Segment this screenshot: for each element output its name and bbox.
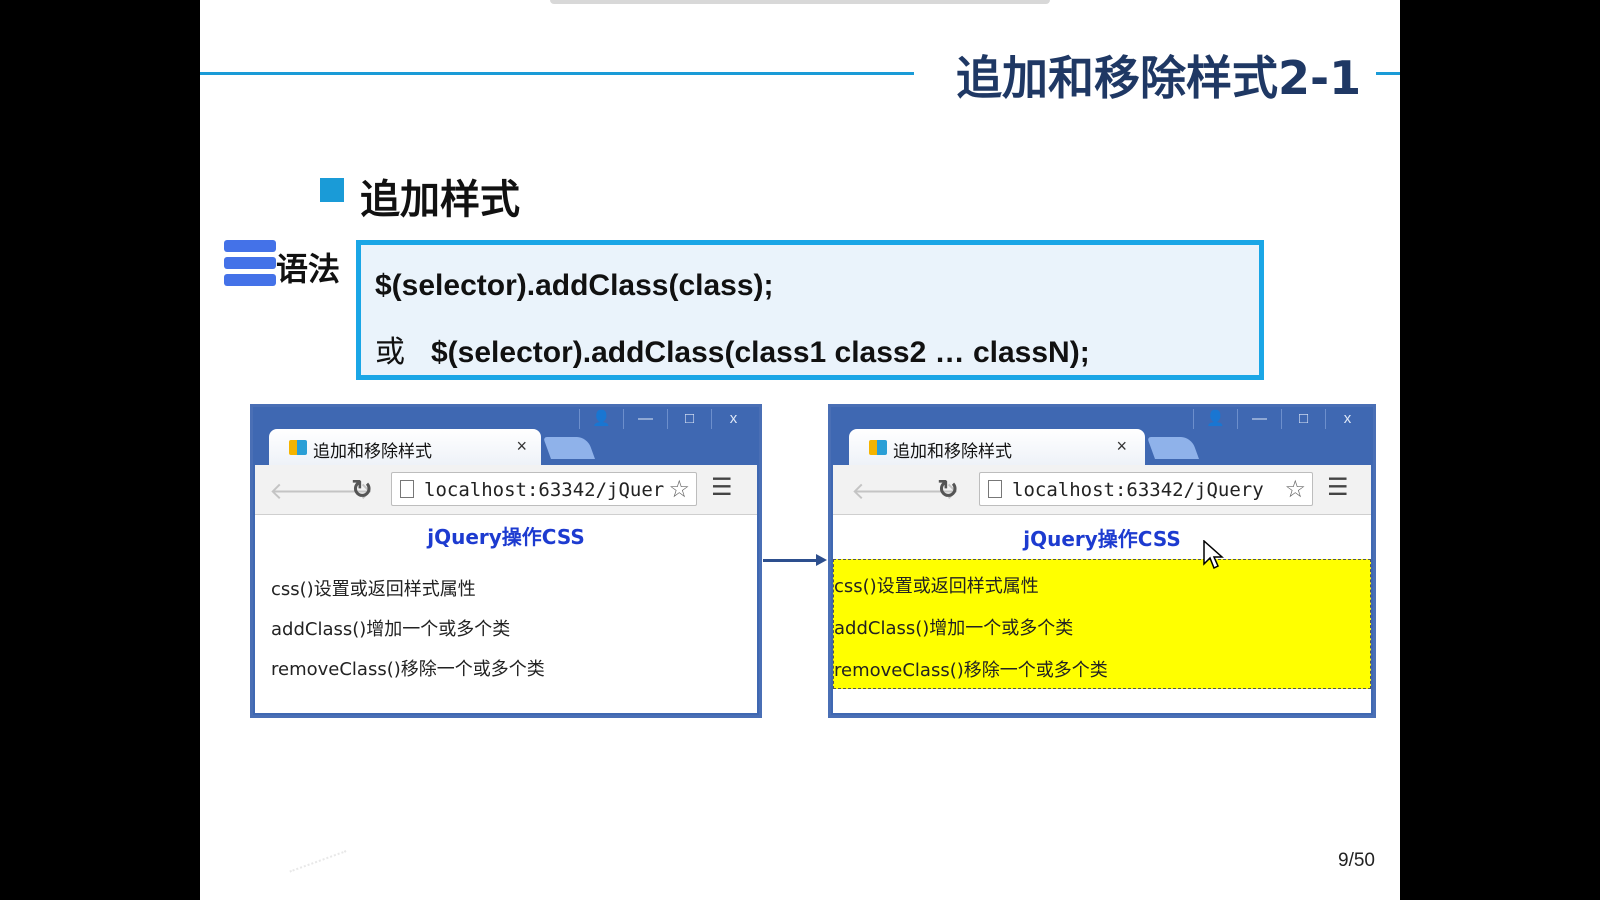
menu-icon[interactable]: ☰ (711, 473, 733, 502)
tab-close-icon[interactable]: × (1116, 436, 1127, 457)
slide-title: 追加和移除样式2-1 (956, 51, 1362, 105)
list-item: css()设置或返回样式属性 (834, 576, 1039, 597)
page-icon (400, 480, 414, 498)
title-rule-left (200, 72, 914, 75)
syntax-or: 或 (375, 335, 405, 370)
list-item: removeClass()移除一个或多个类 (834, 660, 1108, 681)
browser-after: 👤 — □ x 追加和移除样式 × 🡐 🡒 ↻ localhost:63342/… (828, 404, 1376, 718)
list-item: css()设置或返回样式属性 (271, 579, 476, 600)
page-heading: jQuery操作CSS (427, 525, 585, 549)
close-window-button[interactable]: x (711, 409, 755, 429)
window-controls: 👤 — □ x (579, 409, 755, 429)
close-window-button[interactable]: x (1325, 409, 1369, 429)
user-icon[interactable]: 👤 (1193, 409, 1237, 429)
tab-close-icon[interactable]: × (516, 436, 527, 457)
tab-title: 追加和移除样式 (893, 442, 1012, 462)
syntax-list-icon (224, 240, 276, 286)
bullet-heading: 追加样式 (360, 177, 520, 223)
arrow-right-icon (763, 559, 819, 562)
page-icon (988, 480, 1002, 498)
favicon-icon (869, 440, 887, 455)
browser-toolbar: 🡐 🡒 ↻ localhost:63342/jQuery ☆ ☰ (833, 465, 1371, 515)
syntax-line-2-code: $(selector).addClass(class1 class2 … cla… (431, 336, 1090, 369)
list-item: removeClass()移除一个或多个类 (271, 659, 545, 680)
star-icon[interactable]: ☆ (668, 475, 690, 504)
star-icon[interactable]: ☆ (1284, 475, 1306, 504)
arrow-head (816, 554, 827, 566)
new-tab-button[interactable] (542, 437, 596, 459)
maximize-button[interactable]: □ (667, 409, 711, 429)
list-item: addClass()增加一个或多个类 (834, 618, 1074, 639)
list-item: addClass()增加一个或多个类 (271, 619, 511, 640)
maximize-button[interactable]: □ (1281, 409, 1325, 429)
page-heading: jQuery操作CSS (1023, 527, 1181, 551)
top-tab (550, 0, 1050, 4)
syntax-line-1: $(selector).addClass(class); (375, 269, 774, 302)
reload-icon[interactable]: ↻ (937, 474, 959, 505)
square-bullet-icon (320, 178, 344, 202)
syntax-line-2: 或 $(selector).addClass(class1 class2 … cl… (375, 327, 1090, 371)
window-controls: 👤 — □ x (1193, 409, 1369, 429)
url-text: localhost:63342/jQuery (1012, 479, 1264, 501)
browser-tab[interactable]: 追加和移除样式 × (849, 429, 1145, 465)
new-tab-button[interactable] (1146, 437, 1200, 459)
minimize-button[interactable]: — (623, 409, 667, 429)
minimize-button[interactable]: — (1237, 409, 1281, 429)
slide: 追加和移除样式2-1 追加样式 语法 $(selector).addClass(… (200, 0, 1400, 900)
url-bar[interactable]: localhost:63342/jQuery ☆ (391, 472, 697, 506)
browser-toolbar: 🡐 🡒 ↻ localhost:63342/jQuery ☆ ☰ (255, 465, 757, 515)
favicon-icon (289, 440, 307, 455)
tab-title: 追加和移除样式 (313, 442, 432, 462)
highlighted-class-region: css()设置或返回样式属性 addClass()增加一个或多个类 remove… (833, 559, 1371, 689)
url-bar[interactable]: localhost:63342/jQuery ☆ (979, 472, 1313, 506)
page-content: jQuery操作CSS css()设置或返回样式属性 addClass()增加一… (833, 515, 1371, 713)
menu-icon[interactable]: ☰ (1327, 473, 1349, 502)
syntax-box: $(selector).addClass(class); 或 $(selector… (356, 240, 1264, 380)
mouse-cursor-icon (1203, 540, 1224, 570)
page-content: jQuery操作CSS css()设置或返回样式属性 addClass()增加一… (255, 515, 757, 713)
watermark (289, 850, 351, 884)
url-text: localhost:63342/jQuery (424, 479, 664, 501)
page-number: 9/50 (1338, 850, 1375, 871)
title-rule-right (1376, 72, 1400, 75)
syntax-label: 语法 (276, 250, 341, 288)
browser-before: 👤 — □ x 追加和移除样式 × 🡐 🡒 ↻ localhost:63342/… (250, 404, 762, 718)
user-icon[interactable]: 👤 (579, 409, 623, 429)
reload-icon[interactable]: ↻ (351, 474, 373, 505)
browser-tab[interactable]: 追加和移除样式 × (269, 429, 541, 465)
